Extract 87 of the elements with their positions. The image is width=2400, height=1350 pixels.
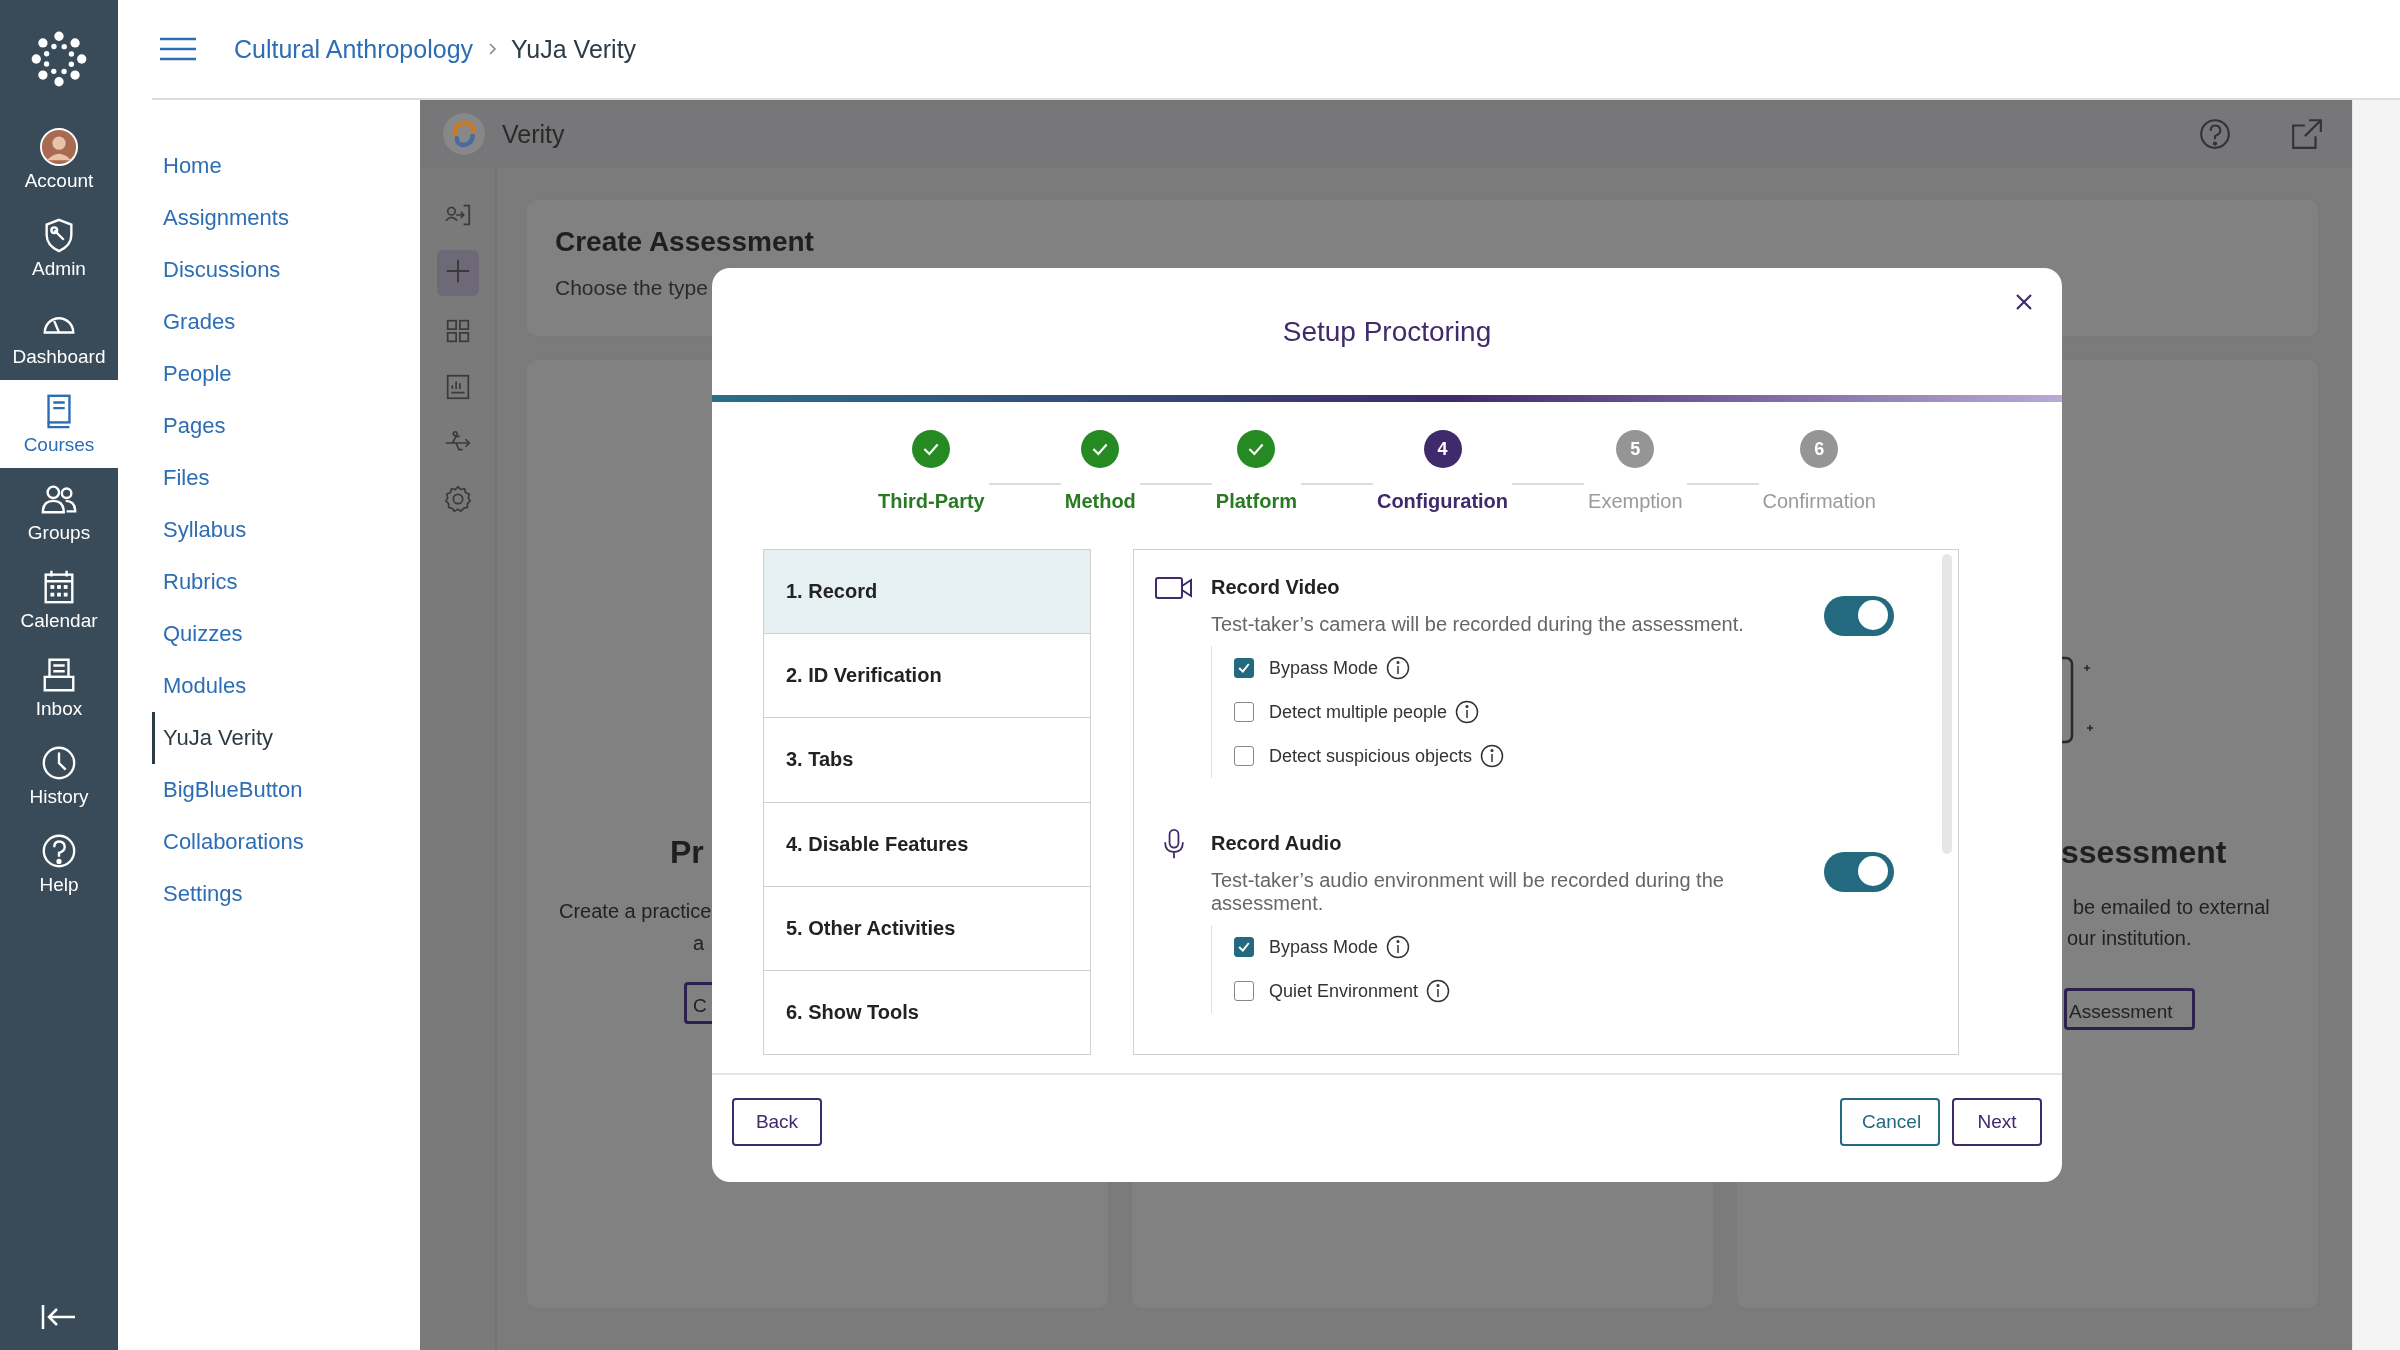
section-tab[interactable]: 6. Show Tools xyxy=(764,970,1090,1055)
step-label: Platform xyxy=(1215,490,1297,513)
info-icon[interactable] xyxy=(1386,656,1411,680)
card-subtitle: Choose the type xyxy=(555,276,709,300)
step-indicator: 6 xyxy=(1800,430,1839,468)
help-icon xyxy=(40,832,78,870)
toggle-switch[interactable] xyxy=(1824,852,1894,892)
checkbox[interactable] xyxy=(1234,981,1254,1001)
group-description: Test-taker’s camera will be recorded during the assessment. xyxy=(1211,613,1745,636)
section-tab[interactable]: 1. Record xyxy=(764,550,1090,635)
course-nav-link[interactable]: People xyxy=(152,348,420,400)
section-tab[interactable]: 4. Disable Features xyxy=(764,802,1090,887)
course-nav-link[interactable]: Quizzes xyxy=(152,608,420,660)
clock-icon xyxy=(40,744,78,782)
info-icon[interactable] xyxy=(1455,700,1480,724)
section-tab[interactable]: 3. Tabs xyxy=(764,718,1090,803)
settings-icon[interactable] xyxy=(442,484,473,514)
course-nav-link[interactable]: Discussions xyxy=(152,244,420,296)
rail-nav-item[interactable]: Groups xyxy=(0,468,118,556)
section-tab[interactable]: 5. Other Activities xyxy=(764,886,1090,971)
cancel-button[interactable]: Cancel xyxy=(1840,1097,1940,1146)
scrollbar[interactable] xyxy=(1942,554,1952,854)
card-button[interactable]: Assessment xyxy=(2064,988,2196,1030)
course-nav-link[interactable]: Home xyxy=(152,140,420,192)
step-indicator: 5 xyxy=(1616,430,1655,468)
step-label: Exemption xyxy=(1588,490,1683,513)
group-title: Record Audio xyxy=(1211,832,1343,855)
card-heading: ssessment xyxy=(2061,834,2227,871)
card-text: Create a practice xyxy=(559,900,712,923)
rail-nav-item[interactable]: Admin xyxy=(0,204,118,292)
toggle-switch[interactable] xyxy=(1824,596,1894,636)
option-label: Detect suspicious objects xyxy=(1269,745,1473,767)
card-text: our institution. xyxy=(2067,927,2192,950)
rail-nav-item[interactable]: Help xyxy=(0,820,118,908)
checkbox[interactable] xyxy=(1234,746,1254,766)
rail-nav-item[interactable]: Inbox xyxy=(0,644,118,732)
card-text: be emailed to external xyxy=(2073,896,2270,919)
back-button[interactable]: Back xyxy=(732,1097,822,1146)
step-indicator: 4 xyxy=(1423,430,1462,468)
rail-nav-item[interactable]: History xyxy=(0,732,118,820)
option-label: Detect multiple people xyxy=(1269,701,1448,723)
info-icon[interactable] xyxy=(1426,979,1451,1003)
checkbox[interactable] xyxy=(1234,937,1254,957)
info-icon[interactable] xyxy=(1480,744,1505,768)
group-description: Test-taker’s audio environment will be recorded during the assessment. xyxy=(1211,869,1725,915)
card-heading: Pr xyxy=(670,834,704,871)
step-label: Configuration xyxy=(1376,490,1509,513)
rail-nav-item[interactable]: Dashboard xyxy=(0,292,118,380)
avatar-icon xyxy=(40,128,78,166)
course-nav-link[interactable]: BigBlueButton xyxy=(152,764,420,816)
course-nav-link[interactable]: Settings xyxy=(152,868,420,920)
rail-nav-item[interactable]: Courses xyxy=(0,380,118,468)
group-title: Record Video xyxy=(1211,576,1341,599)
checkbox[interactable] xyxy=(1234,658,1254,678)
chevron-icon xyxy=(487,42,498,56)
section-tab[interactable]: 2. ID Verification xyxy=(764,634,1090,719)
close-icon[interactable] xyxy=(2014,292,2034,312)
rail-nav-item[interactable]: Account xyxy=(0,116,118,204)
course-nav-link[interactable]: Modules xyxy=(152,660,420,712)
app-title: Verity xyxy=(502,119,565,149)
course-nav-link[interactable]: Files xyxy=(152,452,420,504)
step-label: Confirmation xyxy=(1762,490,1876,513)
app-logo-icon xyxy=(442,112,486,156)
course-nav-link[interactable]: Syllabus xyxy=(152,504,420,556)
card-text: a xyxy=(693,932,705,955)
dialog-title: Setup Proctoring xyxy=(1282,315,1492,348)
step-label: Method xyxy=(1064,490,1136,513)
option-label: Bypass Mode xyxy=(1269,657,1379,679)
menu-icon[interactable] xyxy=(160,37,196,61)
page-scrollbar[interactable] xyxy=(2352,100,2400,1350)
course-nav-link[interactable]: Collaborations xyxy=(152,816,420,868)
course-nav-link[interactable]: Assignments xyxy=(152,192,420,244)
info-icon[interactable] xyxy=(1386,935,1411,959)
next-button[interactable]: Next xyxy=(1952,1097,2042,1146)
card-title: Create Assessment xyxy=(555,226,815,258)
help-icon[interactable] xyxy=(2198,117,2232,151)
external-link-icon[interactable] xyxy=(2290,117,2324,151)
breadcrumb-current: YuJa Verity xyxy=(511,34,637,64)
course-nav-link[interactable]: Rubrics xyxy=(152,556,420,608)
step-label: Third-Party xyxy=(878,490,985,513)
course-nav-link[interactable]: Grades xyxy=(152,296,420,348)
rail-nav-item[interactable]: Calendar xyxy=(0,556,118,644)
option-label: Quiet Environment xyxy=(1269,980,1419,1002)
option-label: Bypass Mode xyxy=(1269,936,1379,958)
checkbox[interactable] xyxy=(1234,702,1254,722)
breadcrumb-link[interactable]: Cultural Anthropology xyxy=(234,34,474,64)
course-nav-link[interactable]: Pages xyxy=(152,400,420,452)
